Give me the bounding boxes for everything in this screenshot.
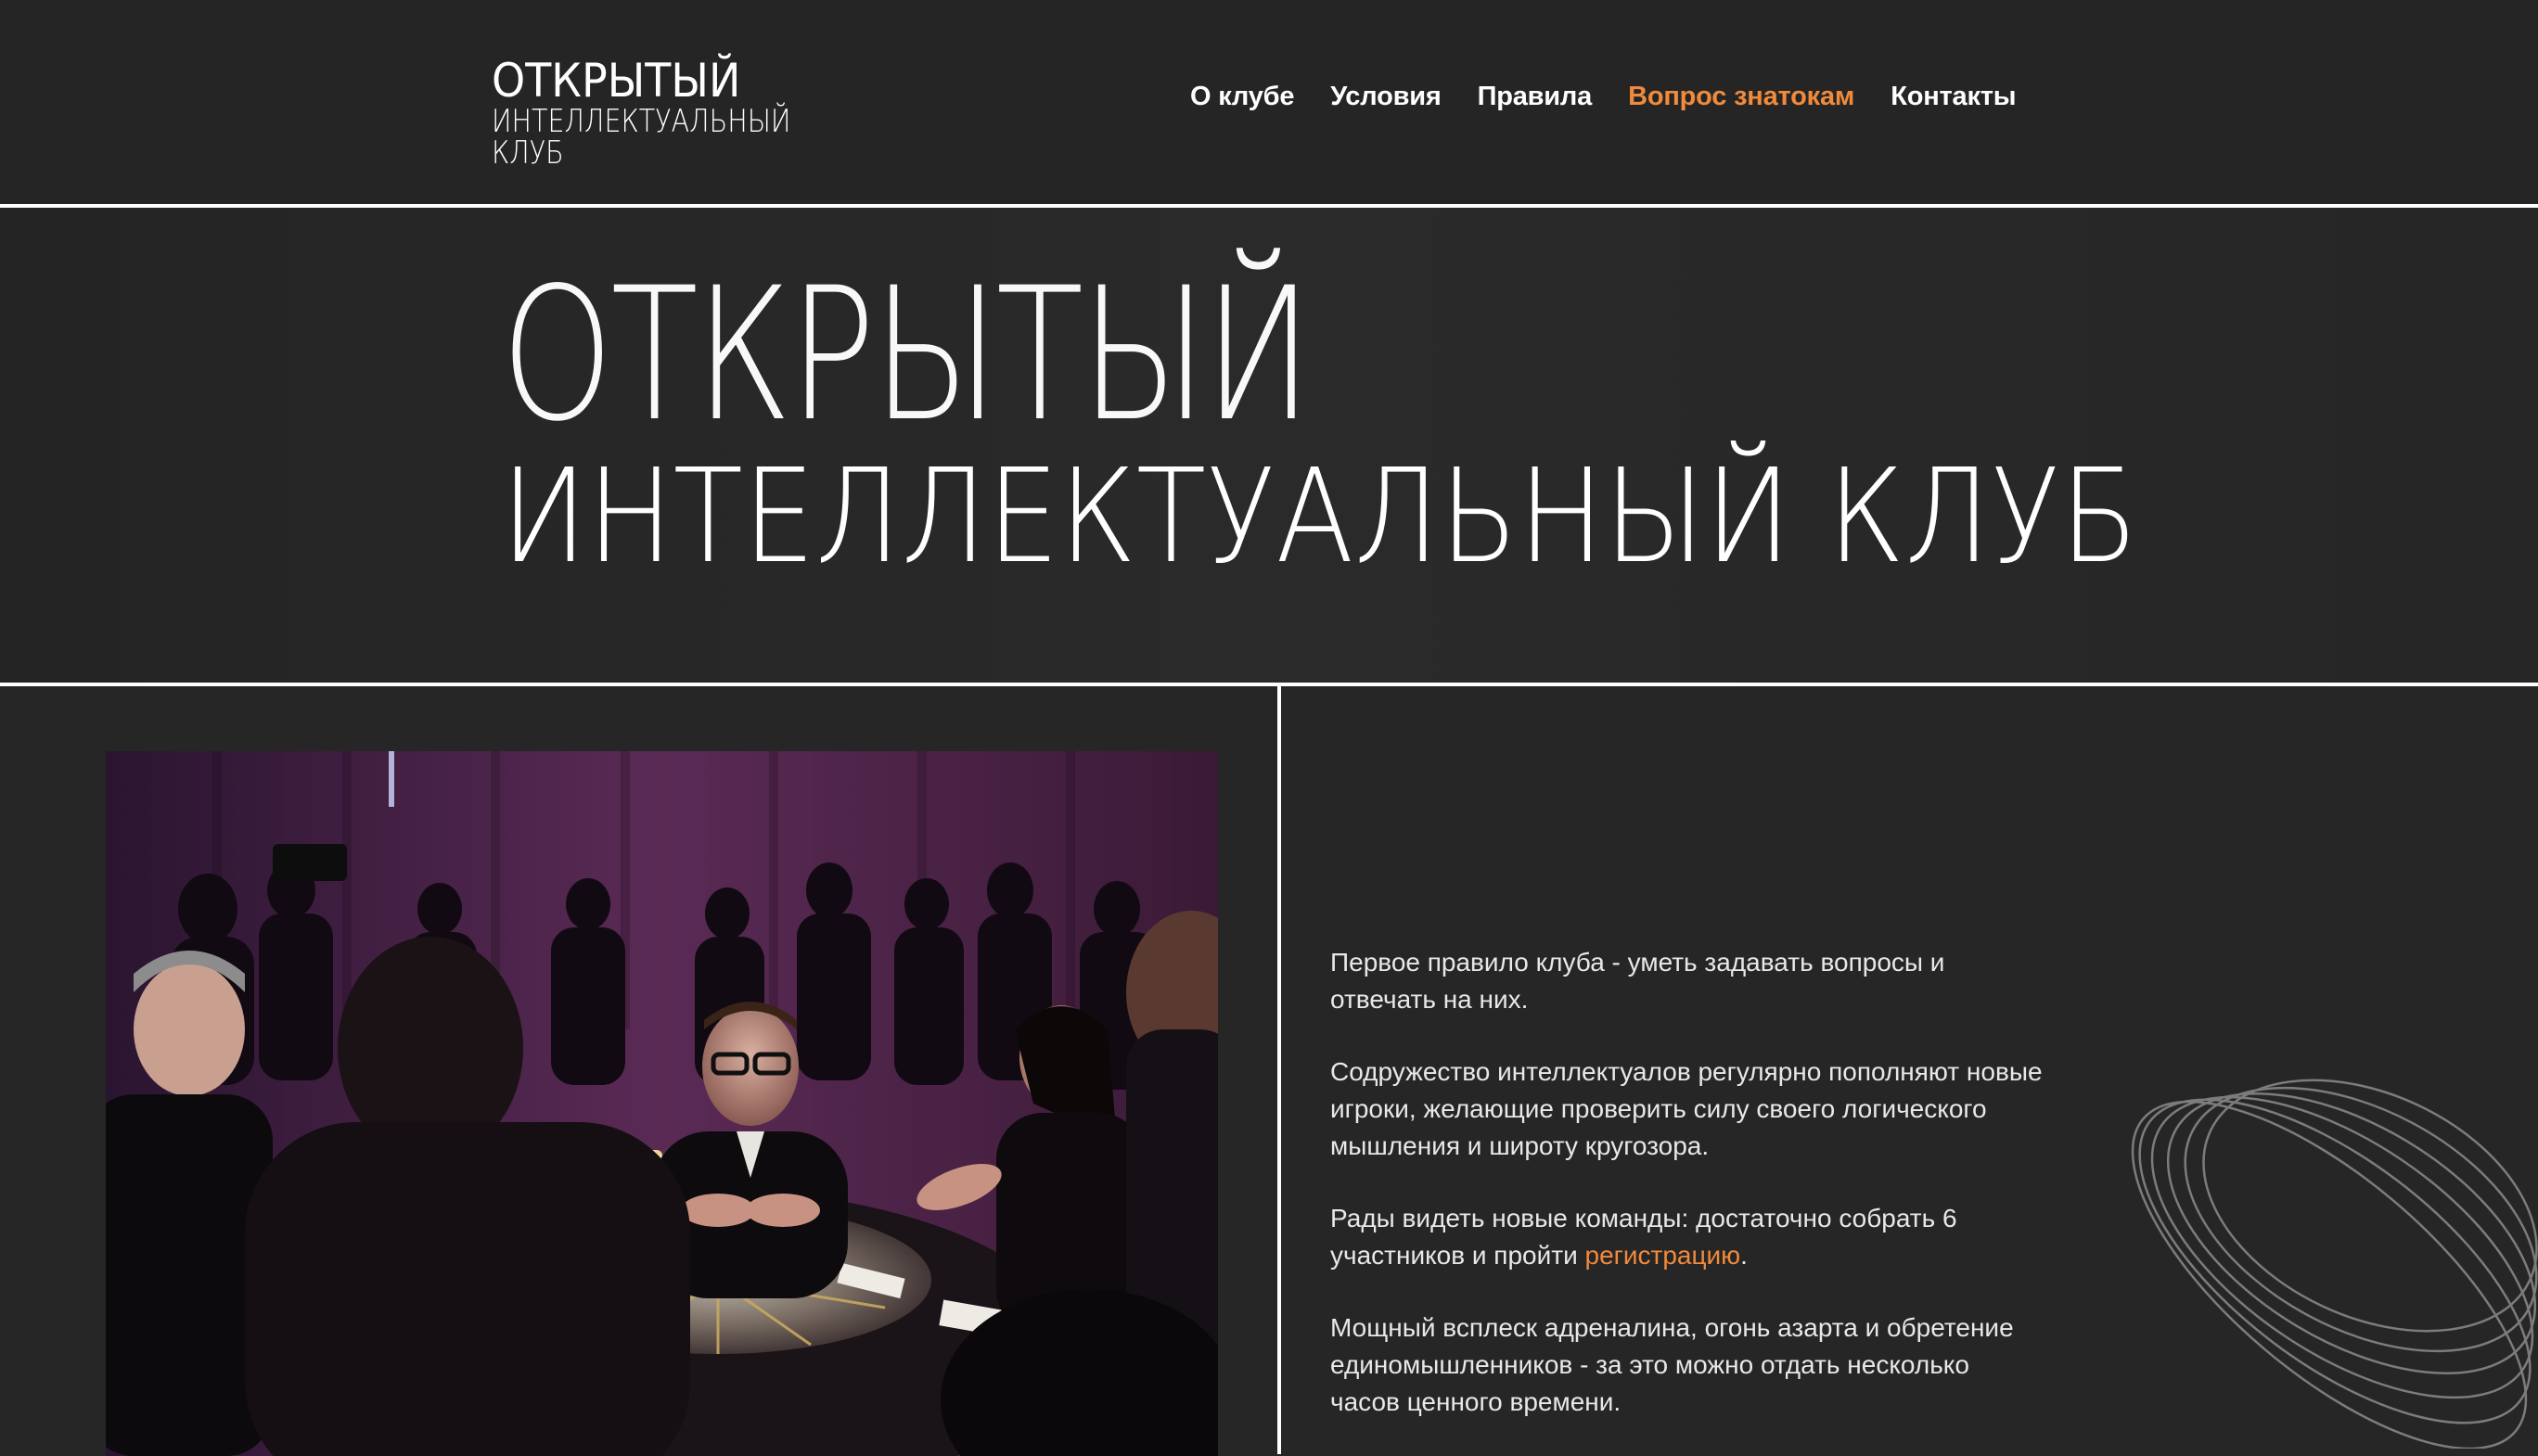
about-paragraph-1: Первое правило клуба - уметь задавать во… bbox=[1330, 948, 1945, 1014]
about-paragraph-2: Содружество интеллектуалов регулярно поп… bbox=[1330, 1057, 2043, 1160]
nav-item-contacts[interactable]: Контакты bbox=[1891, 82, 2016, 112]
hero-title: Открытый интеллектуальный клуб bbox=[501, 263, 2362, 582]
column-divider bbox=[1277, 684, 1281, 1454]
site-header: Открытый интеллектуальный клуб О клубе У… bbox=[0, 0, 2538, 206]
site-logo[interactable]: Открытый интеллектуальный клуб bbox=[492, 57, 928, 169]
hero-divider bbox=[0, 683, 2538, 686]
about-paragraph-3: Рады видеть новые команды: достаточно со… bbox=[1330, 1200, 2045, 1274]
registration-link[interactable]: регистрацию bbox=[1585, 1241, 1741, 1270]
nav-item-question[interactable]: Вопрос знатокам bbox=[1628, 82, 1854, 112]
hero-title-line-1: Открытый bbox=[501, 248, 1313, 462]
orbit-rings-decoration bbox=[2131, 1079, 2538, 1449]
about-paragraph-4: Мощный всплеск адреналина, огонь азарта … bbox=[1330, 1313, 2014, 1416]
club-game-photo bbox=[106, 751, 1218, 1456]
about-paragraph-3-end: . bbox=[1740, 1241, 1748, 1270]
nav-item-rules[interactable]: Правила bbox=[1478, 82, 1593, 112]
hero-section: Открытый интеллектуальный клуб bbox=[0, 208, 2538, 683]
nav-item-conditions[interactable]: Условия bbox=[1330, 82, 1441, 112]
logo-line-2: интеллектуальный клуб bbox=[492, 103, 791, 172]
about-text: Первое правило клуба - уметь задавать во… bbox=[1330, 944, 2045, 1456]
main-nav: О клубе Условия Правила Вопрос знатокам … bbox=[1190, 82, 2017, 112]
hero-title-line-2: интеллектуальный клуб bbox=[501, 441, 2139, 593]
nav-item-about[interactable]: О клубе bbox=[1190, 82, 1294, 112]
logo-line-1: Открытый bbox=[492, 54, 741, 108]
